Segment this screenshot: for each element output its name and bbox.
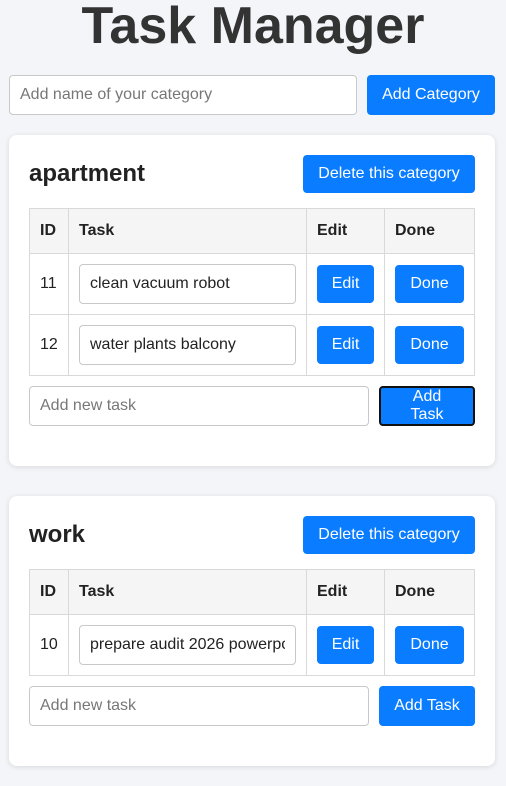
done-cell: Done	[384, 253, 475, 315]
task-id: 10	[29, 614, 69, 676]
add-task-button[interactable]: Add Task	[379, 386, 475, 426]
delete-category-button[interactable]: Delete this category	[303, 155, 475, 193]
edit-cell: Edit	[306, 314, 385, 376]
add-task-form: Add Task	[29, 686, 475, 726]
done-button[interactable]: Done	[395, 626, 464, 664]
add-category-form: Add Category	[9, 75, 495, 115]
column-header-done: Done	[384, 569, 475, 615]
column-header-task: Task	[68, 569, 307, 615]
edit-button[interactable]: Edit	[317, 265, 374, 303]
task-name-input[interactable]	[79, 625, 296, 665]
category-header: work Delete this category	[29, 516, 475, 554]
done-cell: Done	[384, 614, 475, 676]
task-id: 11	[29, 253, 69, 315]
category-title: work	[29, 521, 86, 548]
category-name-input[interactable]	[9, 75, 357, 115]
page: Task Manager Add Category apartment Dele…	[0, 0, 506, 786]
column-header-id: ID	[29, 208, 69, 254]
done-button[interactable]: Done	[395, 265, 464, 303]
task-name-input[interactable]	[79, 264, 296, 304]
edit-button[interactable]: Edit	[317, 626, 374, 664]
new-task-input[interactable]	[29, 386, 369, 426]
task-name-input[interactable]	[79, 325, 296, 365]
delete-category-button[interactable]: Delete this category	[303, 516, 475, 554]
category-card-work: work Delete this category ID Task Edit D…	[9, 496, 495, 766]
edit-button[interactable]: Edit	[317, 326, 374, 364]
done-button[interactable]: Done	[395, 326, 464, 364]
task-cell	[68, 314, 307, 376]
add-task-form: Add Task	[29, 386, 475, 426]
task-cell	[68, 614, 307, 676]
table-row: 10 Edit Done	[29, 614, 475, 676]
add-task-button[interactable]: Add Task	[379, 686, 475, 726]
edit-cell: Edit	[306, 614, 385, 676]
add-category-button[interactable]: Add Category	[367, 75, 495, 115]
column-header-edit: Edit	[306, 569, 385, 615]
column-header-edit: Edit	[306, 208, 385, 254]
task-cell	[68, 253, 307, 315]
category-header: apartment Delete this category	[29, 155, 475, 193]
column-header-done: Done	[384, 208, 475, 254]
table-row: 11 Edit Done	[29, 253, 475, 315]
category-card-apartment: apartment Delete this category ID Task E…	[9, 135, 495, 466]
page-title: Task Manager	[81, 0, 425, 55]
task-table: ID Task Edit Done 10 Edit Done	[29, 569, 475, 676]
task-table: ID Task Edit Done 11 Edit Done	[29, 208, 475, 376]
edit-cell: Edit	[306, 253, 385, 315]
done-cell: Done	[384, 314, 475, 376]
column-header-id: ID	[29, 569, 69, 615]
task-id: 12	[29, 314, 69, 376]
category-title: apartment	[29, 160, 146, 187]
new-task-input[interactable]	[29, 686, 369, 726]
column-header-task: Task	[68, 208, 307, 254]
table-row: 12 Edit Done	[29, 314, 475, 376]
